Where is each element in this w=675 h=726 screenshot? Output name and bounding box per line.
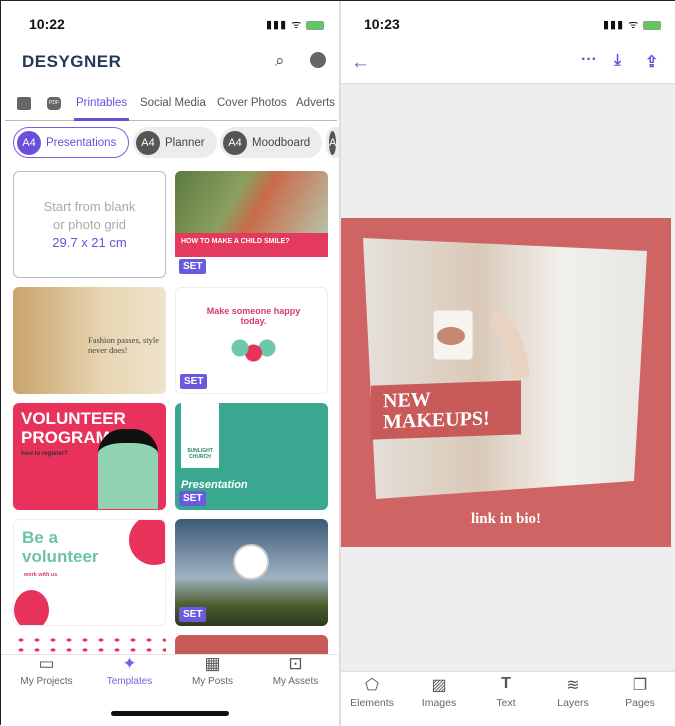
template-subtext: work with us [24, 572, 58, 578]
editor-screen: 10:23 ▮▮▮ ᯤ ← ··· ⤓ ⇪ NEW MAKEUPS! link i… [341, 1, 675, 726]
tab-adverts[interactable]: Adverts [296, 97, 335, 109]
template-text: Be a volunteer [22, 528, 99, 566]
chip-presentations[interactable]: A4 Presentations [13, 127, 130, 158]
nav-label: My Posts [191, 676, 234, 687]
account-icon[interactable] [310, 52, 326, 68]
templates-screen: 10:22 ▮▮▮ ᯤ DESYGNER ⌕ PDF Printables So… [1, 1, 346, 726]
filter-icon[interactable] [17, 97, 31, 110]
tool-label: Pages [625, 697, 655, 709]
tool-label: Elements [350, 697, 394, 709]
shapes-icon: ⬠ [365, 677, 379, 694]
template-card-partial[interactable] [175, 635, 328, 655]
tool-images[interactable]: ▨ Images [406, 675, 472, 709]
a4-badge: A4 [223, 130, 247, 155]
templates-icon: ✦ [122, 654, 137, 673]
image-icon: ▨ [431, 677, 447, 694]
tab-social-media[interactable]: Social Media [140, 97, 206, 109]
status-icons: ▮▮▮ ᯤ [266, 17, 325, 32]
nav-label: Templates [106, 676, 153, 687]
template-card-church-sky[interactable]: SET [175, 519, 328, 626]
tool-layers[interactable]: ≋ Layers [540, 675, 606, 709]
chip-label: Presentations [46, 136, 117, 149]
nav-my-posts[interactable]: ▦ My Posts [170, 654, 255, 687]
more-options-icon[interactable]: ··· [581, 51, 597, 69]
folder-icon: ▭ [38, 654, 55, 673]
a4-badge: A4 [136, 130, 160, 155]
blank-template-card[interactable]: Start from blank or photo grid 29.7 x 21… [13, 171, 166, 278]
text-icon: T [501, 675, 511, 692]
home-indicator [111, 711, 229, 716]
set-badge: SET [180, 374, 208, 389]
chip-moodboard[interactable]: A4 Moodboard [220, 127, 323, 158]
template-text: HOW TO MAKE A CHILD SMILE? [175, 233, 328, 257]
pdf-icon[interactable]: PDF [47, 97, 61, 110]
chip-planner[interactable]: A4 Planner [133, 127, 217, 158]
design-canvas[interactable]: NEW MAKEUPS! link in bio! [341, 218, 671, 547]
template-card-be-a-volunteer[interactable]: Be a volunteer work with us [13, 519, 166, 626]
nav-my-projects[interactable]: ▭ My Projects [4, 654, 89, 687]
set-badge: SET [179, 607, 207, 622]
template-text: Make someone happy today. [206, 306, 301, 326]
tool-label: Images [421, 697, 457, 709]
headline-text[interactable]: NEW MAKEUPS! [371, 380, 521, 440]
status-time: 10:23 [364, 16, 400, 32]
status-time: 10:22 [29, 16, 65, 32]
pages-icon: ❐ [632, 677, 648, 694]
download-icon[interactable]: ⤓ [614, 52, 621, 70]
template-subtext: how to register? [21, 451, 68, 457]
active-tab-indicator [74, 118, 129, 121]
blank-size: 29.7 x 21 cm [52, 235, 127, 250]
template-card-sunlight-church[interactable]: SUNLIGHT CHURCH Presentation SET [175, 403, 328, 510]
template-card-volunteer-program[interactable]: VOLUNTEER PROGRAM how to register? [13, 403, 166, 510]
template-subtext: SUNLIGHT CHURCH [181, 403, 219, 468]
tool-label: Layers [557, 697, 589, 709]
tab-cover-photos[interactable]: Cover Photos [217, 97, 287, 109]
nav-label: My Assets [272, 676, 319, 687]
blank-line1: Start from blank [43, 199, 136, 214]
app-logo: DESYGNER [22, 52, 122, 71]
footer-text[interactable]: link in bio! [341, 511, 671, 528]
template-card-partial[interactable] [13, 635, 166, 655]
template-card-child-smile[interactable]: HOW TO MAKE A CHILD SMILE? SET [175, 171, 328, 278]
nav-label: My Projects [20, 676, 73, 687]
template-text: Fashion passes, style never does! [88, 335, 160, 355]
template-text: Presentation [181, 479, 248, 491]
nav-my-assets[interactable]: ⊡ My Assets [253, 654, 338, 687]
share-icon[interactable]: ⇪ [645, 52, 658, 72]
tool-elements[interactable]: ⬠ Elements [339, 675, 405, 709]
tab-printables[interactable]: Printables [76, 97, 127, 109]
nav-templates[interactable]: ✦ Templates [87, 654, 172, 687]
briefcase-icon: ⊡ [288, 654, 303, 673]
tool-pages[interactable]: ❐ Pages [607, 675, 673, 709]
chip-label: Planner [165, 136, 205, 149]
set-badge: SET [179, 259, 207, 274]
search-icon[interactable]: ⌕ [275, 51, 285, 71]
chip-label: Moodboard [252, 136, 311, 149]
layers-icon: ≋ [566, 677, 580, 694]
tool-label: Text [496, 697, 516, 709]
tabs-divider [5, 120, 337, 121]
back-arrow-icon[interactable]: ← [351, 52, 370, 74]
status-icons: ▮▮▮ ᯤ [603, 17, 662, 32]
template-card-fashion[interactable]: Fashion passes, style never does! [13, 287, 166, 394]
template-card-make-someone-happy[interactable]: Make someone happy today. SET [175, 287, 328, 394]
set-badge: SET [179, 491, 207, 506]
a4-badge: A4 [17, 130, 41, 155]
tool-text[interactable]: T Text [473, 675, 539, 709]
blank-line2: or photo grid [53, 217, 126, 232]
calendar-icon: ▦ [204, 654, 221, 673]
headline-line: MAKEUPS! [383, 407, 490, 434]
